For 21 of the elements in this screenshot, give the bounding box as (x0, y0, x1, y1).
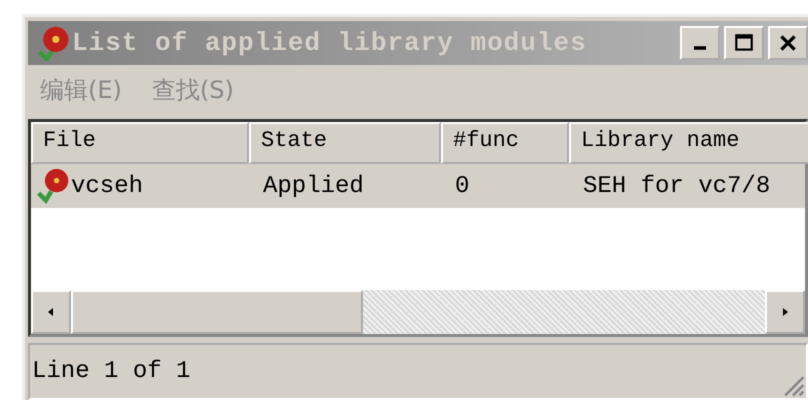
left-arrow-icon (46, 305, 56, 319)
right-arrow-icon (780, 305, 790, 319)
minimize-button[interactable] (680, 26, 720, 60)
status-text: Line 1 of 1 (32, 358, 190, 385)
table-cell: Applied (263, 172, 364, 200)
column-header[interactable]: File (31, 122, 249, 164)
close-button[interactable] (768, 26, 808, 60)
maximize-button[interactable] (724, 26, 764, 60)
minimize-icon (694, 46, 706, 50)
table-cell: 0 (455, 172, 470, 200)
table-cell: vcseh (71, 172, 144, 200)
table-cell: SEH for vc7/8 (583, 172, 770, 200)
table-row[interactable]: vcseh Applied 0 SEH for vc7/8 (31, 164, 805, 208)
scroll-thumb[interactable] (71, 290, 363, 334)
column-header[interactable]: State (249, 122, 441, 164)
scroll-left-button[interactable] (31, 290, 71, 334)
flower-icon (35, 168, 71, 204)
scroll-right-button[interactable] (765, 290, 805, 334)
column-header[interactable]: #func (441, 122, 569, 164)
column-header[interactable]: Library name (569, 122, 808, 164)
horizontal-scrollbar[interactable] (31, 290, 805, 334)
